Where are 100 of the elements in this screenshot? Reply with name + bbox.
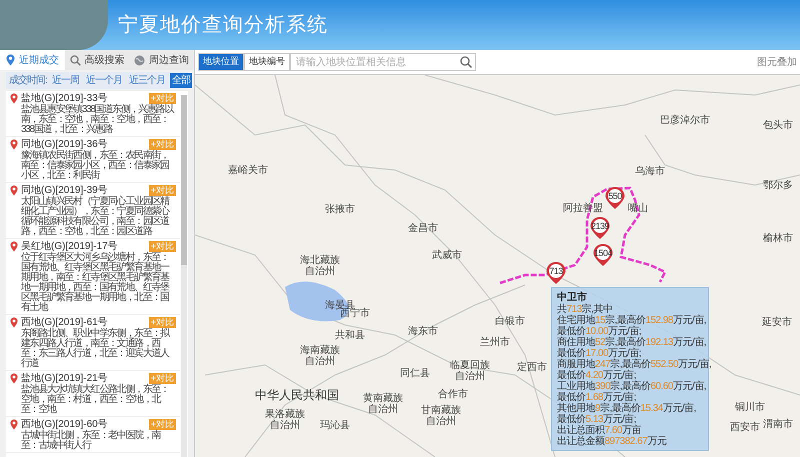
parcel-title[interactable]: 同地(G)[2019]-36号 bbox=[21, 139, 146, 150]
place-label: 兰州市 bbox=[480, 337, 510, 348]
popup-value: 247 bbox=[595, 359, 610, 370]
parcel-description: 豫海镇农民街西侧，东至：农民南街，南至：信泰家园小区，西至：信泰家园小区，北至：利民街 bbox=[20, 151, 170, 181]
place-label: 金昌市 bbox=[408, 223, 438, 234]
popup-text: 宗,最高价 bbox=[600, 403, 640, 414]
place-label: 黄南藏族自治州 bbox=[363, 393, 403, 415]
place-label: 白银市 bbox=[495, 316, 525, 327]
popup-text: 共 bbox=[557, 304, 566, 315]
overlay-link[interactable]: 图元叠加 bbox=[757, 54, 797, 70]
map-view[interactable] bbox=[195, 75, 800, 457]
popup-text: 万元/亩; bbox=[602, 392, 636, 403]
place-label: 合作市 bbox=[438, 389, 468, 400]
popup-text: 出让总面积 bbox=[557, 425, 604, 436]
place-label: 嘉峪关市 bbox=[228, 165, 268, 176]
place-label: 同仁县 bbox=[400, 368, 430, 379]
popup-text: 最低价 bbox=[557, 414, 586, 425]
popup-value: 390 bbox=[595, 381, 610, 392]
count-marker[interactable]: 713 bbox=[545, 261, 567, 285]
place-label: 共和县 bbox=[335, 330, 365, 341]
place-label: 张掖市 bbox=[325, 204, 355, 215]
popup-text: 最低价 bbox=[557, 326, 586, 337]
popup-value: 5.13 bbox=[586, 414, 603, 425]
place-label: 乌海市 bbox=[635, 166, 665, 177]
parcel-title[interactable]: 吴红地(G)[2019]-17号 bbox=[21, 241, 146, 252]
popup-text: 万元/亩, bbox=[673, 337, 706, 348]
place-label: 海南藏族自治州 bbox=[300, 345, 340, 367]
popup-text: 万元/亩, bbox=[673, 381, 706, 392]
parcel-description: 东阁路北侧、职业中学东侧，东至：拟建东四路人行道，南至：文通路，西至：东三路人行道，北至：迎宾大道人行道 bbox=[20, 329, 171, 369]
popup-title: 中卫市 bbox=[557, 291, 588, 304]
popup-text: 最低价 bbox=[557, 392, 586, 403]
place-label: 武威市 bbox=[432, 250, 462, 261]
parcel-title[interactable]: 盐地(G)[2019]-33号 bbox=[21, 93, 146, 104]
scrollbar[interactable] bbox=[181, 95, 187, 457]
parcel-description: 盐池县惠安堡镇338国道东侧，兴惠路以南，东至：空地，南至：空地，西至：338国道，北至：兴惠路 bbox=[20, 105, 174, 135]
parcel-title[interactable]: 西地(G)[2019]-61号 bbox=[21, 317, 146, 328]
popup-text: 商住用地 bbox=[557, 337, 595, 348]
location-pin-icon bbox=[10, 419, 18, 430]
place-label: 巴彦淖尔市 bbox=[660, 115, 710, 126]
popup-value: 192.13 bbox=[645, 337, 673, 348]
location-pin-icon bbox=[10, 373, 18, 384]
map-mode-tab[interactable]: 地块位置 bbox=[198, 53, 244, 71]
parcel-title[interactable]: 西地(G)[2019]-60号 bbox=[21, 419, 146, 430]
popup-text: 万亩 bbox=[622, 425, 641, 436]
place-label: 西安市 bbox=[730, 422, 760, 433]
filter-label: 成交时间: bbox=[9, 74, 47, 88]
popup-value: 552.50 bbox=[650, 359, 678, 370]
popup-text: 万元/亩, bbox=[678, 359, 712, 370]
place-label: 临夏回族自治州 bbox=[450, 360, 490, 382]
search-icon[interactable] bbox=[460, 56, 472, 68]
popup-text: 宗,其中 bbox=[582, 304, 612, 315]
popup-text: 商服用地 bbox=[557, 359, 595, 370]
popup-text: 万元/亩, bbox=[673, 315, 706, 326]
parcel-title[interactable]: 盐地(G)[2019]-21号 bbox=[21, 373, 146, 384]
place-label: 甘南藏族自治州 bbox=[421, 405, 461, 427]
popup-value: 17.00 bbox=[586, 348, 608, 359]
popup-text: 宗,最高价 bbox=[610, 359, 650, 370]
sidebar-tab[interactable]: 近期成交 bbox=[0, 50, 65, 70]
time-filter-option[interactable]: 近一周 bbox=[50, 73, 81, 88]
time-filter-option[interactable]: 近三个月 bbox=[126, 73, 167, 88]
parcel-title[interactable]: 同地(G)[2019]-39号 bbox=[21, 185, 146, 196]
parcel-description: 盐池县大水坑镇大红公路北侧，东至：空地，南至：村道，西至：空地，北至：空地 bbox=[20, 385, 170, 415]
map-mode-tab[interactable]: 地块编号 bbox=[244, 53, 290, 71]
place-label: 果洛藏族自治州 bbox=[265, 409, 305, 431]
popup-value: 52 bbox=[595, 337, 606, 348]
time-filter-option[interactable]: 全部 bbox=[170, 73, 192, 88]
popup-text: 宗,最高价 bbox=[605, 315, 646, 326]
popup-text: 最低价 bbox=[557, 370, 586, 381]
popup-text: 出让总金额 bbox=[557, 436, 604, 447]
place-label: 玛沁县 bbox=[320, 420, 350, 431]
popup-text: 万元/亩, bbox=[662, 403, 696, 414]
popup-text: 宗,最高价 bbox=[605, 337, 646, 348]
location-pin-icon bbox=[10, 317, 18, 328]
place-label: 西宁市 bbox=[340, 308, 370, 319]
popup-text: 最低价 bbox=[557, 348, 586, 359]
popup-text: 万元/亩; bbox=[608, 348, 642, 359]
place-label: 海东市 bbox=[408, 326, 438, 337]
popup-text: 万元/亩; bbox=[602, 414, 636, 425]
location-pin-icon bbox=[10, 139, 18, 150]
popup-value: 15 bbox=[595, 315, 606, 326]
time-filter-option[interactable]: 近一个月 bbox=[84, 73, 124, 88]
popup-text: 工业用地 bbox=[557, 381, 595, 392]
popup-value: 15.34 bbox=[640, 403, 663, 414]
parcel-description: 太阳山镇兴民村（宁夏同心工业园区精细化工产业园），东至：宁夏同德紫心循环能源科技有限公司，南至：园区道路，西至：空地，北至：园区道路 bbox=[20, 197, 170, 237]
popup-value: 897382.67 bbox=[604, 436, 648, 447]
popup-value: 7.60 bbox=[604, 425, 622, 436]
search-field[interactable]: 请输入地块位置相关信息 bbox=[290, 53, 476, 71]
popup-value: 10.00 bbox=[586, 326, 608, 337]
popup-value: 4.20 bbox=[586, 370, 603, 381]
app-title: 宁夏地价查询分析系统 bbox=[118, 13, 328, 38]
location-pin-icon bbox=[10, 185, 18, 196]
place-label: 定西市 bbox=[517, 362, 547, 373]
popup-value: 9 bbox=[595, 403, 600, 414]
count-marker[interactable]: 550 bbox=[604, 186, 626, 210]
place-label: 海北藏族自治州 bbox=[300, 255, 340, 277]
place-label: 榆林市 bbox=[763, 233, 793, 244]
popup-text: 万元 bbox=[647, 436, 666, 447]
place-label: 包头市 bbox=[763, 120, 793, 131]
place-label: 中华人民共和国 bbox=[255, 388, 339, 402]
popup-text: 住宅用地 bbox=[557, 315, 595, 326]
